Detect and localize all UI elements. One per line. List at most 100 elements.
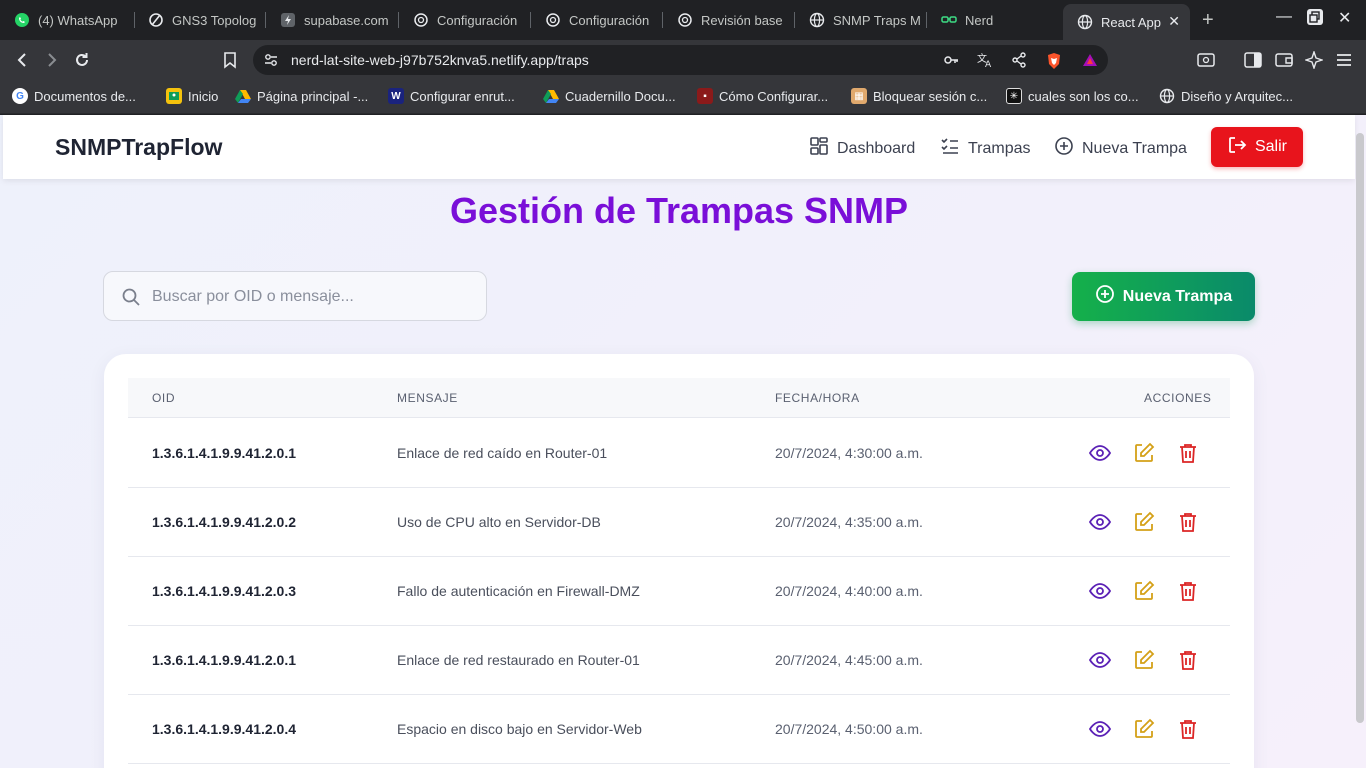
translate-icon[interactable]: 文A — [977, 52, 993, 70]
view-icon[interactable] — [1089, 442, 1111, 464]
browser-tab[interactable]: Revisión base — [663, 6, 795, 34]
share-icon[interactable] — [1011, 52, 1027, 68]
minimize-icon[interactable]: — — [1276, 8, 1292, 26]
table-header: OID MENSAJE FECHA/HORA ACCIONES — [128, 378, 1230, 418]
new-tab-icon[interactable]: + — [1202, 10, 1214, 30]
column-header-oid: OID — [152, 391, 176, 405]
chatgpt-icon — [413, 12, 429, 28]
delete-icon[interactable] — [1177, 718, 1199, 740]
table-row: 1.3.6.1.4.1.9.9.41.2.0.4 Espacio en disc… — [128, 695, 1230, 764]
browser-tab[interactable]: (4) WhatsApp — [0, 6, 135, 34]
reload-icon[interactable] — [70, 48, 94, 72]
cell-datetime: 20/7/2024, 4:45:00 a.m. — [775, 652, 923, 668]
search-box[interactable] — [103, 271, 487, 321]
column-header-actions: ACCIONES — [1144, 391, 1212, 405]
nav-new-trap[interactable]: Nueva Trampa — [1054, 136, 1187, 161]
bookmark-item[interactable]: Cuadernillo Docu... — [543, 88, 676, 104]
back-icon[interactable] — [10, 48, 34, 72]
cell-message: Espacio en disco bajo en Servidor-Web — [397, 721, 642, 737]
edit-icon[interactable] — [1133, 511, 1155, 533]
brave-shield-icon[interactable] — [1046, 52, 1062, 69]
leo-ai-icon[interactable] — [1303, 49, 1325, 71]
search-icon — [121, 287, 141, 312]
chatgpt-icon — [545, 12, 561, 28]
reader-mode-icon[interactable] — [1197, 51, 1215, 69]
edit-icon[interactable] — [1133, 580, 1155, 602]
browser-tab[interactable]: supabase.com — [266, 6, 399, 34]
delete-icon[interactable] — [1177, 580, 1199, 602]
page-scrollbar[interactable] — [1356, 133, 1364, 723]
wallet-icon[interactable] — [1275, 51, 1293, 69]
cell-datetime: 20/7/2024, 4:35:00 a.m. — [775, 514, 923, 530]
menu-icon[interactable] — [1335, 51, 1353, 69]
chatgpt-icon — [677, 12, 693, 28]
classroom-icon — [166, 88, 182, 104]
doc-icon: W — [388, 88, 404, 104]
plus-circle-icon — [1054, 136, 1074, 161]
drive-icon — [235, 88, 251, 104]
view-icon[interactable] — [1089, 649, 1111, 671]
bookmark-icon[interactable] — [218, 48, 242, 72]
google-icon: G — [12, 88, 28, 104]
bookmark-item[interactable]: Página principal -... — [235, 88, 368, 104]
delete-icon[interactable] — [1177, 442, 1199, 464]
table-row: 1.3.6.1.4.1.9.9.41.2.0.2 Uso de CPU alto… — [128, 488, 1230, 557]
pixel-icon: ✳ — [1006, 88, 1022, 104]
svg-text:A: A — [985, 60, 992, 68]
view-icon[interactable] — [1089, 511, 1111, 533]
view-icon[interactable] — [1089, 580, 1111, 602]
browser-tab[interactable]: SNMP Traps M — [795, 6, 927, 34]
delete-icon[interactable] — [1177, 649, 1199, 671]
browser-tab[interactable]: Configuración — [531, 6, 663, 34]
delete-icon[interactable] — [1177, 511, 1199, 533]
bookmark-item[interactable]: G Documentos de... — [12, 88, 136, 104]
list-check-icon — [940, 136, 960, 161]
nav-dashboard[interactable]: Dashboard — [809, 136, 915, 161]
column-header-message: MENSAJE — [397, 391, 458, 405]
edit-icon[interactable] — [1133, 718, 1155, 740]
close-window-icon[interactable]: ✕ — [1338, 8, 1351, 28]
site-settings-icon[interactable] — [263, 52, 279, 73]
edit-icon[interactable] — [1133, 442, 1155, 464]
bookmark-item[interactable]: W Configurar enrut... — [388, 88, 515, 104]
cell-oid: 1.3.6.1.4.1.9.9.41.2.0.2 — [152, 514, 297, 530]
page-viewport: SNMPTrapFlow Dashboard Trampas Nueva Tra… — [0, 115, 1366, 768]
search-input[interactable] — [152, 284, 472, 310]
brave-rewards-icon[interactable] — [1082, 52, 1098, 68]
glasses-icon — [941, 12, 957, 28]
address-bar[interactable]: nerd-lat-site-web-j97b752knva5.netlify.a… — [253, 45, 1108, 75]
browser-tab[interactable]: Nerd — [927, 6, 1061, 34]
cell-message: Enlace de red restaurado en Router-01 — [397, 652, 640, 668]
gns3-icon — [148, 12, 164, 28]
bookmarks-bar: G Documentos de... Inicio Página princip… — [0, 80, 1366, 114]
logout-button[interactable]: Salir — [1211, 127, 1303, 167]
browser-tab[interactable]: Configuración — [399, 6, 531, 34]
table-row: 1.3.6.1.4.1.9.9.41.2.0.1 Enlace de red r… — [128, 626, 1230, 695]
cell-datetime: 20/7/2024, 4:50:00 a.m. — [775, 721, 923, 737]
bookmark-item[interactable]: ▦ Bloquear sesión c... — [851, 88, 987, 104]
sidebar-icon[interactable] — [1244, 51, 1262, 69]
view-icon[interactable] — [1089, 718, 1111, 740]
dashboard-icon — [809, 136, 829, 161]
key-icon[interactable] — [943, 52, 959, 68]
drive-icon — [543, 88, 559, 104]
restore-icon[interactable] — [1306, 8, 1324, 31]
supabase-icon — [280, 12, 296, 28]
bookmark-item[interactable]: ▪ Cómo Configurar... — [697, 88, 828, 104]
forward-icon[interactable] — [40, 48, 64, 72]
bookmark-item[interactable]: ✳ cuales son los co... — [1006, 88, 1139, 104]
nav-traps[interactable]: Trampas — [940, 136, 1031, 161]
browser-toolbar: nerd-lat-site-web-j97b752knva5.netlify.a… — [0, 40, 1366, 80]
browser-tab-active[interactable]: React App ✕ — [1063, 4, 1190, 40]
edit-icon[interactable] — [1133, 649, 1155, 671]
bookmark-item[interactable]: Diseño y Arquitec... — [1159, 88, 1293, 104]
close-tab-icon[interactable]: ✕ — [1168, 13, 1180, 30]
bookmark-item[interactable]: Inicio — [166, 88, 218, 104]
table-row: 1.3.6.1.4.1.9.9.41.2.0.1 Enlace de red c… — [128, 419, 1230, 488]
new-trap-button[interactable]: Nueva Trampa — [1072, 272, 1255, 321]
brand-logo[interactable]: SNMPTrapFlow — [55, 134, 222, 161]
column-header-datetime: FECHA/HORA — [775, 391, 860, 405]
traps-table-card: OID MENSAJE FECHA/HORA ACCIONES 1.3.6.1.… — [104, 354, 1254, 768]
cell-message: Enlace de red caído en Router-01 — [397, 445, 608, 461]
browser-tab[interactable]: GNS3 Topolog — [134, 6, 266, 34]
